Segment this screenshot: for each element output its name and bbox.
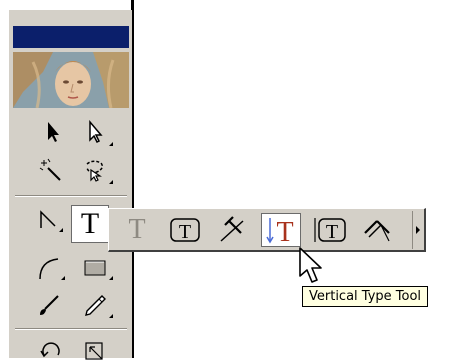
rotate-tool[interactable]	[37, 336, 65, 364]
toolbox-logo-image	[13, 52, 129, 108]
rectangle-icon	[84, 260, 106, 276]
pencil-tool[interactable]	[81, 292, 109, 320]
type-icon: T	[128, 214, 146, 245]
flyout-type-on-path-tool[interactable]	[213, 213, 253, 247]
tool-tooltip: Vertical Type Tool	[302, 286, 429, 307]
arc-tool[interactable]	[35, 254, 63, 282]
pen-icon	[40, 210, 56, 228]
type-tools-flyout: T T T T	[108, 208, 426, 252]
more-tools-indicator	[109, 142, 113, 146]
more-tools-indicator	[109, 314, 113, 318]
svg-text:T: T	[276, 217, 293, 245]
more-tools-indicator	[109, 276, 113, 280]
magic-wand-icon	[39, 158, 61, 181]
lasso-tool[interactable]	[79, 156, 107, 184]
arc-icon	[39, 258, 59, 280]
area-type-icon: T	[170, 218, 200, 243]
vertical-type-on-path-icon	[364, 220, 390, 242]
vertical-area-type-icon: T	[314, 218, 346, 243]
more-tools-indicator	[109, 180, 113, 184]
toolbox-separator	[15, 328, 127, 330]
rotate-icon	[40, 342, 60, 358]
mouse-cursor-icon	[299, 247, 322, 283]
flyout-area-type-tool[interactable]: T	[165, 213, 205, 247]
rectangle-tool[interactable]	[81, 254, 109, 282]
flyout-vertical-type-tool[interactable]: T	[261, 213, 301, 247]
type-tool[interactable]: T	[71, 205, 109, 243]
flyout-vertical-type-on-path-tool[interactable]	[357, 213, 397, 247]
more-tools-indicator	[61, 276, 65, 280]
magic-wand-tool[interactable]	[37, 156, 65, 184]
svg-text:T: T	[179, 221, 191, 243]
direct-selection-tool[interactable]	[81, 118, 109, 146]
scale-icon	[85, 342, 103, 360]
paintbrush-tool[interactable]	[35, 292, 63, 320]
hollow-arrow-icon	[89, 120, 103, 144]
type-on-path-icon	[220, 216, 244, 242]
more-tools-indicator	[59, 228, 63, 232]
type-icon: T	[80, 207, 100, 240]
vertical-type-icon: T	[266, 217, 294, 245]
toolbox-title-bar[interactable]	[13, 26, 129, 48]
scale-tool[interactable]	[81, 336, 109, 364]
flyout-tearoff-handle[interactable]	[412, 211, 423, 249]
svg-text:T: T	[326, 221, 338, 243]
lasso-icon	[86, 160, 104, 182]
flyout-type-tool[interactable]: T	[117, 213, 157, 247]
toolbox-separator	[15, 195, 127, 197]
tearoff-arrow-icon	[416, 226, 420, 234]
selection-tool[interactable]	[39, 118, 67, 146]
arrow-icon	[48, 122, 59, 142]
brush-icon	[40, 295, 59, 315]
toolbox-panel: T	[8, 10, 132, 360]
pencil-icon	[85, 295, 106, 316]
flyout-vertical-area-type-tool[interactable]: T	[309, 213, 349, 247]
